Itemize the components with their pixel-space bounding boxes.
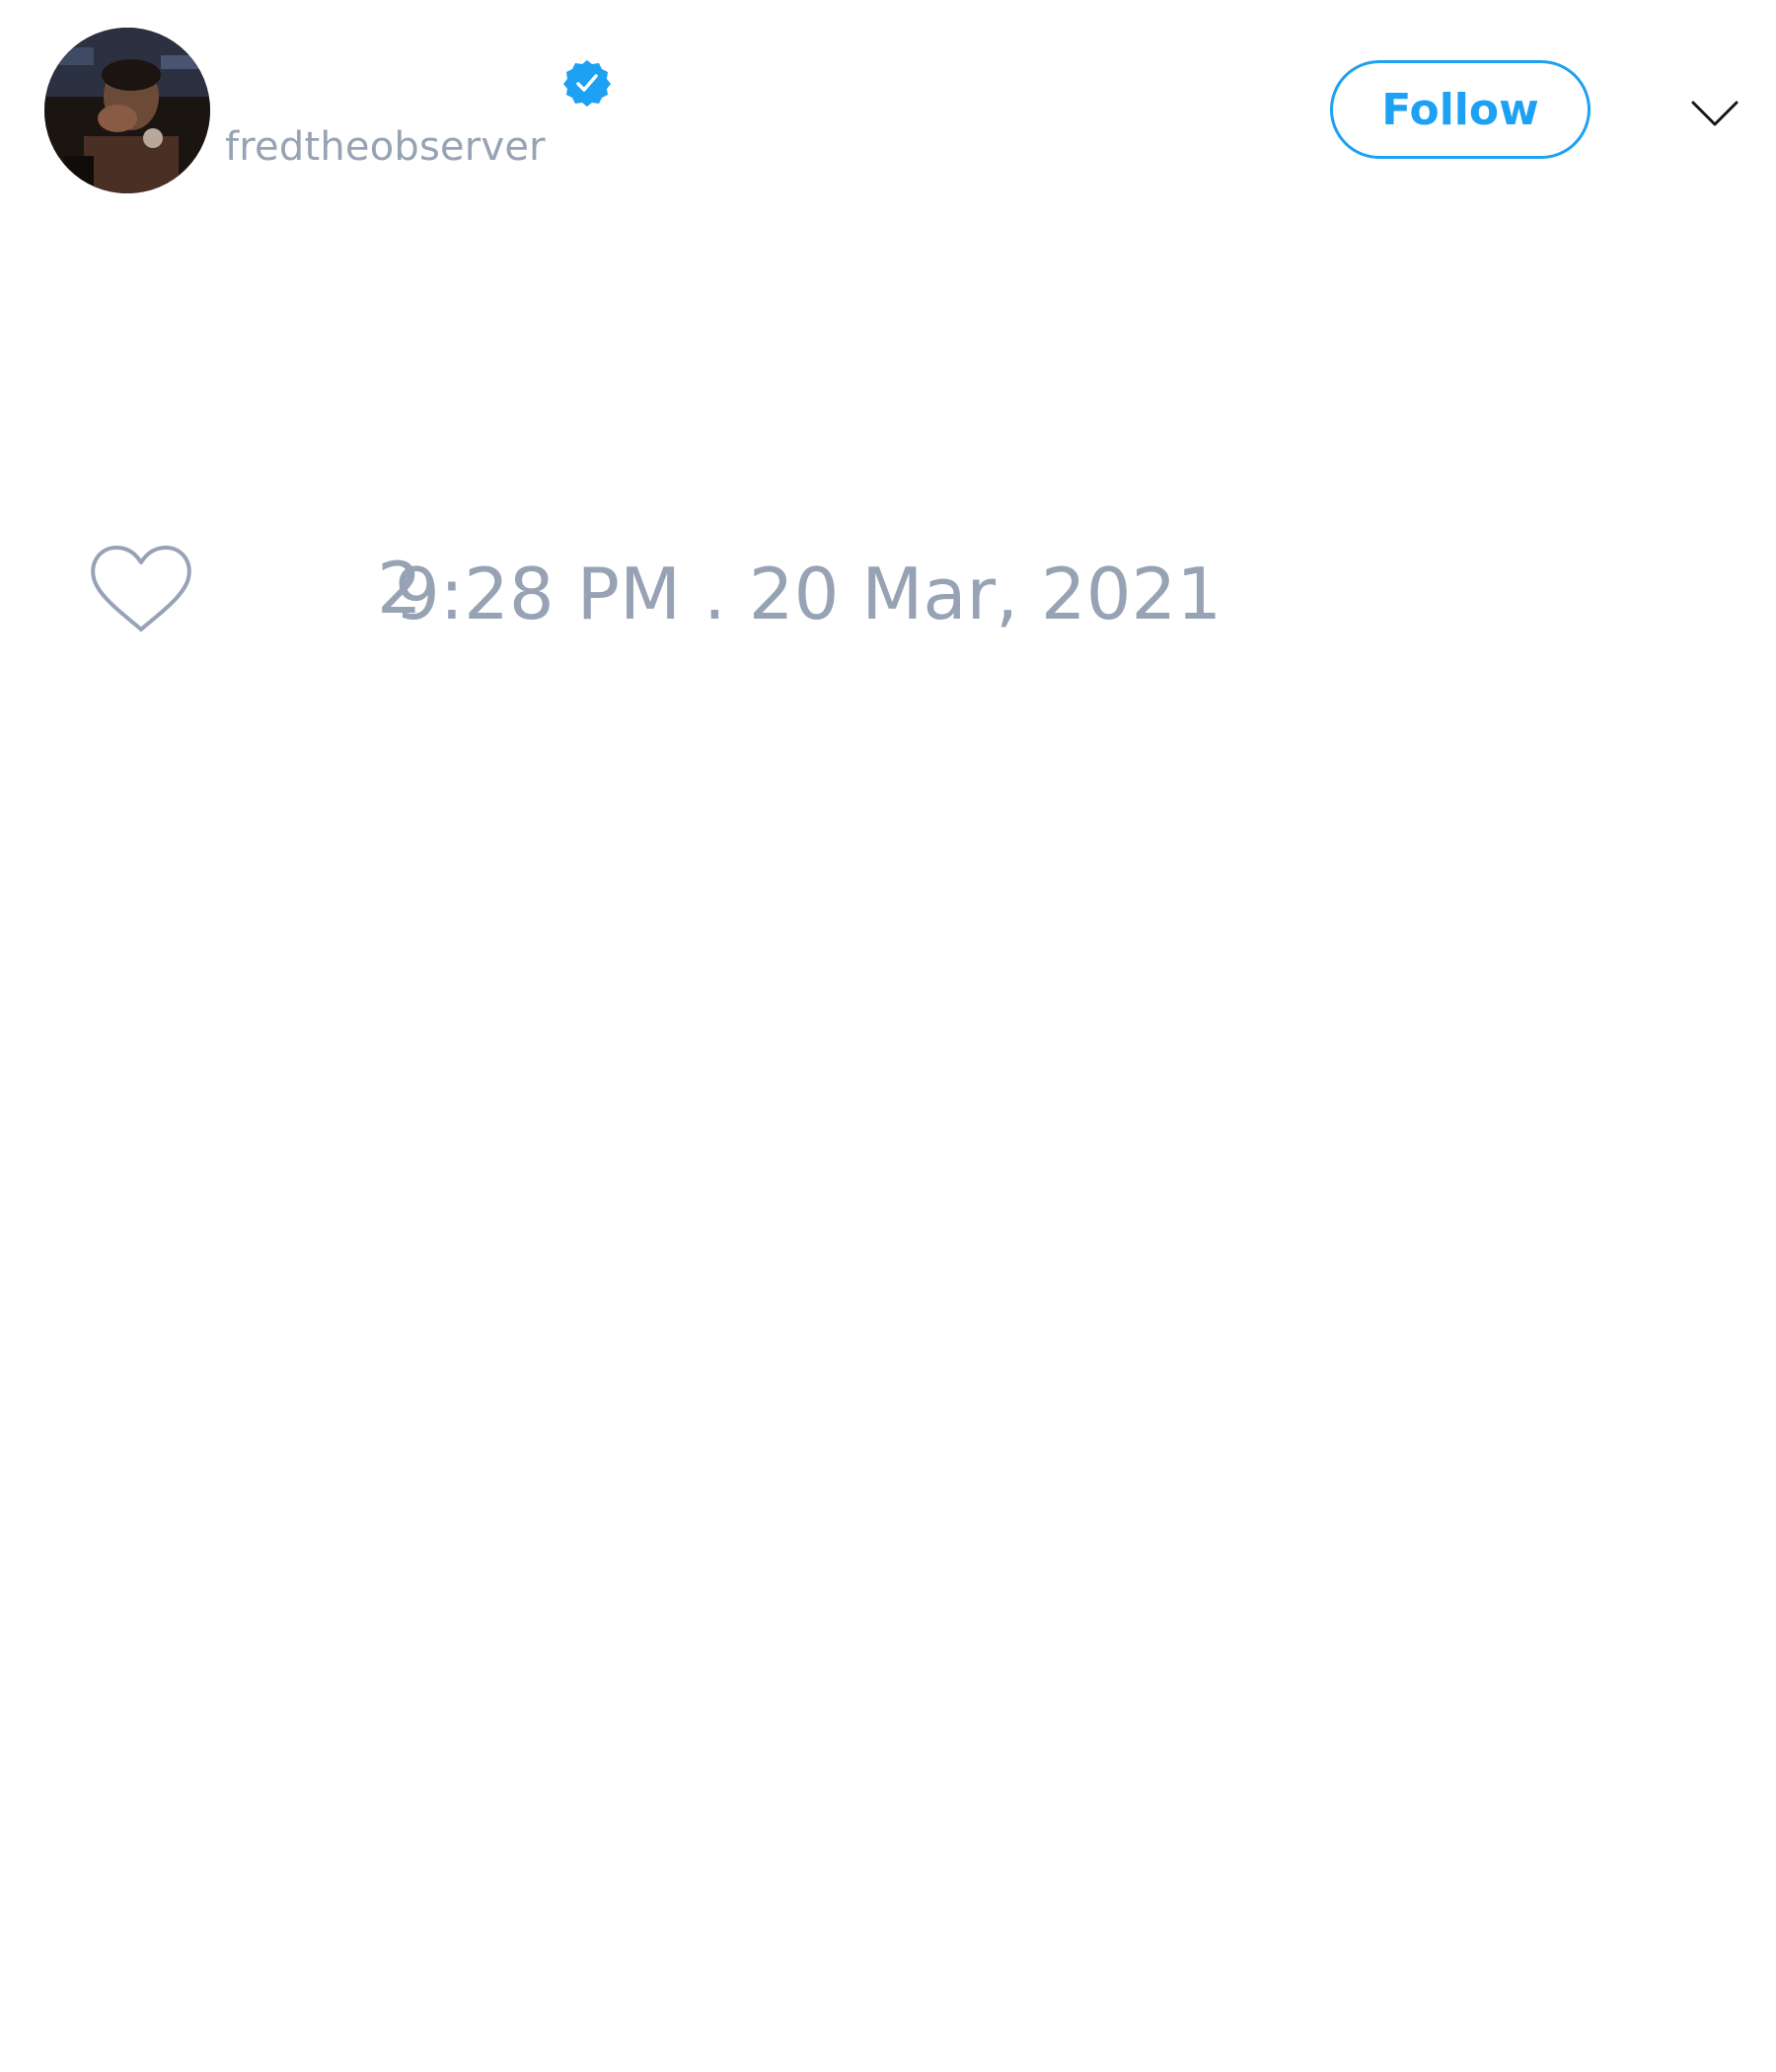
heart-icon — [89, 543, 193, 637]
tweet-actions: 2 — [89, 541, 422, 639]
avatar-photo — [44, 28, 210, 193]
chevron-down-icon[interactable] — [1689, 87, 1740, 138]
tweet-timestamp[interactable]: 9:28 PM . 20 Mar, 2021 — [395, 553, 1221, 635]
tweet-embed: fredtheobserver Follow 2 9:28 PM . 20 Ma… — [0, 0, 1776, 2072]
follow-button[interactable]: Follow — [1330, 60, 1591, 159]
verified-badge-icon — [562, 57, 612, 107]
avatar[interactable] — [44, 28, 210, 193]
user-handle[interactable]: fredtheobserver — [225, 124, 546, 170]
like-button[interactable] — [89, 541, 197, 639]
